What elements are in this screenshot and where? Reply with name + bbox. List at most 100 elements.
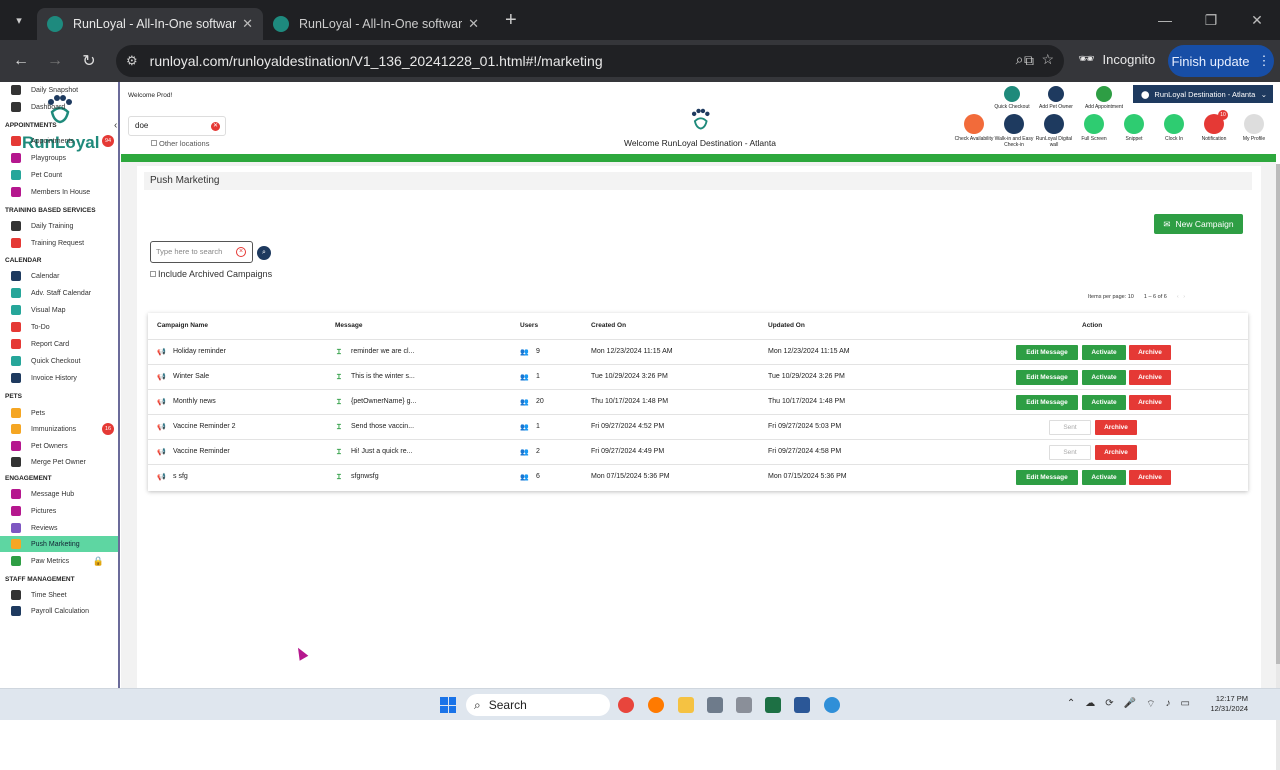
excel-icon[interactable] [765, 697, 781, 713]
sidebar-item[interactable]: Reviews [0, 520, 118, 536]
sidebar-item[interactable]: Paw Metrics 🔒 [0, 553, 118, 569]
sidebar-item[interactable]: Pet Owners [0, 438, 118, 454]
tab-search-chevron-icon[interactable]: ▾ [7, 8, 31, 32]
sidebar-item[interactable]: Immunizations 16 [0, 421, 118, 437]
volume-icon[interactable]: ♪ [1166, 698, 1171, 711]
top-action-button[interactable]: My Profile [1232, 114, 1276, 142]
sidebar-item[interactable]: To-Do [0, 319, 118, 335]
table-row[interactable]: 📢 Monthly news Ɪ {petOwnerName} g... 👥 20 Thu … [148, 389, 1248, 414]
url-field[interactable]: ⚙ runloyal.com/runloyaldestination/V1_13… [116, 45, 1064, 77]
edit-message-button[interactable]: Edit Message [1016, 370, 1078, 385]
top-action-button[interactable]: Add Appointment [1082, 86, 1126, 110]
activate-button[interactable]: Activate [1082, 395, 1126, 410]
close-tab-icon[interactable]: ✕ [468, 16, 479, 32]
wifi-icon[interactable]: ⌔ [1146, 698, 1155, 711]
sidebar-item[interactable]: Time Sheet [0, 587, 118, 603]
sync-icon[interactable]: ⟳ [1105, 698, 1113, 711]
sidebar-item[interactable]: Daily Training [0, 218, 118, 234]
sidebar-item[interactable]: Push Marketing [0, 536, 118, 552]
chrome-icon[interactable] [618, 697, 634, 713]
sidebar-item[interactable]: Daily Snapshot [0, 82, 118, 98]
sidebar-item[interactable]: Pet Count [0, 167, 118, 183]
top-action-button[interactable]: Check Availability [952, 114, 996, 142]
sidebar-item[interactable]: Training Request [0, 235, 118, 251]
collapse-sidebar-icon[interactable]: ‹ [114, 120, 126, 134]
calculator-icon[interactable] [707, 697, 723, 713]
archive-button[interactable]: Archive [1095, 445, 1137, 460]
table-row[interactable]: 📢 Holiday reminder Ɪreminder we are cl... 👥… [148, 339, 1248, 364]
firefox-icon[interactable] [648, 697, 664, 713]
new-tab-icon[interactable]: + [505, 9, 517, 32]
sidebar-item[interactable]: Message Hub [0, 486, 118, 502]
edit-message-button[interactable]: Edit Message [1016, 395, 1078, 410]
incognito-indicator[interactable]: 🕶 Incognito [1078, 51, 1155, 67]
sidebar-item[interactable]: Invoice History [0, 370, 118, 386]
archive-button[interactable]: Archive [1129, 395, 1171, 410]
sidebar-item[interactable]: Quick Checkout [0, 353, 118, 369]
page-scrollbar[interactable] [1276, 164, 1280, 770]
microphone-icon[interactable]: 🎤 [1124, 698, 1136, 711]
battery-icon[interactable]: ▭ [1181, 698, 1190, 711]
minimize-icon[interactable]: — [1142, 12, 1188, 28]
archive-button[interactable]: Archive [1129, 470, 1171, 485]
top-action-button[interactable]: Add Pet Owner [1034, 86, 1078, 110]
browser-tab-active[interactable]: RunLoyal - All-In-One software ✕ [37, 8, 263, 40]
search-icon[interactable]: ⌕ [257, 246, 271, 260]
finish-update-button[interactable]: Finish update ⋮ [1168, 45, 1274, 77]
archive-button[interactable]: Archive [1129, 370, 1171, 385]
clear-search-icon[interactable]: ✕ [211, 122, 220, 131]
edge-icon[interactable] [824, 697, 840, 713]
sidebar-item[interactable]: Playgroups [0, 150, 118, 166]
table-row[interactable]: 📢 Winter Sale Ɪ This is the winter s... 👥 1 Tu… [148, 364, 1248, 389]
top-action-button[interactable]: Walk-in and Easy Check-in [992, 114, 1036, 148]
activate-button[interactable]: Activate [1082, 345, 1126, 360]
sidebar-item[interactable]: Visual Map [0, 302, 118, 318]
items-per-page-select[interactable]: 10 [1128, 294, 1134, 300]
sidebar-item[interactable]: Report Card [0, 336, 118, 352]
prev-page-icon[interactable]: ‹ [1177, 294, 1179, 300]
windows-start-icon[interactable] [440, 697, 456, 713]
new-campaign-button[interactable]: ✉ New Campaign [1154, 214, 1243, 234]
top-action-button[interactable]: Clock In [1152, 114, 1196, 142]
edit-message-button[interactable]: Edit Message [1016, 470, 1078, 485]
onedrive-icon[interactable]: ☁ [1085, 698, 1095, 711]
forward-icon[interactable]: → [38, 52, 72, 70]
location-dropdown[interactable]: ⬤ RunLoyal Destination - Atlanta ⌄ [1133, 85, 1273, 103]
archive-button[interactable]: Archive [1129, 345, 1171, 360]
archive-button[interactable]: Archive [1095, 420, 1137, 435]
sidebar-item[interactable]: Calendar [0, 268, 118, 284]
activate-button[interactable]: Activate [1082, 370, 1126, 385]
sent-button[interactable]: Sent [1049, 445, 1091, 460]
top-action-button[interactable]: 10 Notification [1192, 110, 1236, 142]
browser-tab[interactable]: RunLoyal - All-In-One software ✕ [263, 8, 489, 40]
top-action-button[interactable]: Full Screen [1072, 114, 1116, 142]
snipping-tool-icon[interactable] [736, 697, 752, 713]
reload-icon[interactable]: ↻ [72, 51, 106, 71]
campaign-search-input[interactable]: Type here to search × [150, 241, 253, 263]
maximize-icon[interactable]: ❐ [1188, 12, 1234, 29]
taskbar-search[interactable]: ⌕ Search [466, 694, 610, 716]
sidebar-item[interactable]: Members In House [0, 184, 118, 200]
chevron-up-icon[interactable]: ⌃ [1067, 698, 1075, 711]
other-locations-checkbox[interactable]: Other locations [151, 139, 209, 148]
sidebar-item[interactable]: Appointments 94 [0, 133, 118, 149]
scrollbar-thumb[interactable] [1276, 164, 1280, 664]
site-info-icon[interactable]: ⚙ [126, 53, 138, 69]
zoom-icon[interactable]: ⌕ [1016, 51, 1024, 68]
sent-button[interactable]: Sent [1049, 420, 1091, 435]
sidebar-item[interactable]: Pictures [0, 503, 118, 519]
system-clock[interactable]: 12:17 PM 12/31/2024 [1210, 694, 1248, 714]
sidebar-item[interactable]: Dashboard [0, 99, 118, 115]
close-tab-icon[interactable]: ✕ [242, 16, 253, 32]
table-row[interactable]: 📢 Vaccine Reminder 2 Ɪ Send those vaccin...… [148, 414, 1248, 439]
sidebar-item[interactable]: Payroll Calculation [0, 603, 118, 619]
location-search-input[interactable]: doe ✕ [128, 116, 226, 136]
back-icon[interactable]: ← [4, 52, 38, 70]
word-icon[interactable] [794, 697, 810, 713]
activate-button[interactable]: Activate [1082, 470, 1126, 485]
sidebar-item[interactable]: Adv. Staff Calendar [0, 285, 118, 301]
top-action-button[interactable]: Snippet [1112, 114, 1156, 142]
bookmark-star-icon[interactable]: ☆ [1041, 51, 1054, 68]
clear-search-icon[interactable]: × [236, 247, 246, 257]
top-action-button[interactable]: Quick Checkout [990, 86, 1034, 110]
